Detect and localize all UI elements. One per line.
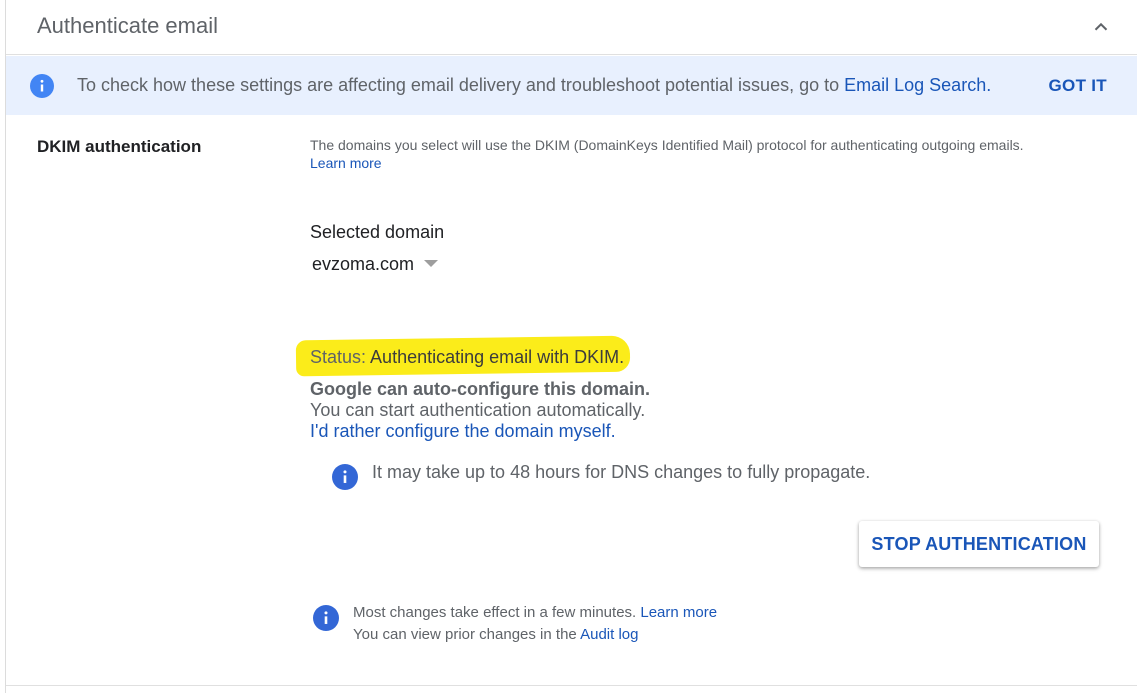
changes-note: Most changes take effect in a few minute…: [353, 602, 717, 646]
dkim-status: Status: Authenticating email with DKIM.: [310, 347, 624, 368]
changes-note-text: Most changes take effect in a few minute…: [353, 604, 641, 621]
info-icon: [332, 464, 358, 490]
banner-period: .: [986, 75, 992, 95]
audit-log-text: You can view prior changes in the: [353, 626, 581, 643]
footer-learn-more-link[interactable]: Learn more: [640, 604, 717, 621]
info-banner: To check how these settings are affectin…: [6, 56, 1137, 115]
configure-manually-link[interactable]: I'd rather configure the domain myself.: [310, 421, 650, 442]
dkim-section-label: DKIM authentication: [37, 137, 202, 156]
dns-propagation-note: It may take up to 48 hours for DNS chang…: [372, 462, 871, 482]
info-icon: [30, 74, 54, 98]
changes-note-line2: You can view prior changes in the Audit …: [353, 624, 717, 646]
domain-select[interactable]: evzoma.com: [312, 254, 439, 275]
email-log-search-link[interactable]: Email Log Search: [844, 75, 986, 95]
dkim-description: The domains you select will use the DKIM…: [310, 136, 1110, 172]
domain-select-value: evzoma.com: [312, 254, 415, 274]
auto-configure-subtitle: You can start authentication automatical…: [310, 400, 646, 420]
authenticate-email-panel: Authenticate email To check how these se…: [5, 0, 1137, 693]
info-icon: [313, 605, 339, 631]
banner-message: To check how these settings are affectin…: [77, 75, 991, 96]
got-it-button[interactable]: GOT IT: [1049, 76, 1107, 96]
panel-header[interactable]: Authenticate email: [6, 0, 1137, 55]
banner-text: To check how these settings are affectin…: [77, 75, 845, 95]
stop-authentication-button[interactable]: STOP AUTHENTICATION: [859, 521, 1099, 567]
panel-title: Authenticate email: [37, 13, 218, 38]
dropdown-arrow-icon: [424, 259, 439, 267]
status-prefix: Status:: [310, 347, 371, 367]
selected-domain-label: Selected domain: [310, 222, 445, 242]
chevron-up-icon[interactable]: [1090, 16, 1112, 38]
status-value: Authenticating email with DKIM.: [370, 347, 625, 367]
learn-more-link[interactable]: Learn more: [310, 155, 382, 171]
description-text: The domains you select will use the DKIM…: [310, 137, 1024, 153]
auto-configure-title: Google can auto-configure this domain.: [310, 379, 651, 399]
audit-log-link[interactable]: Audit log: [580, 626, 638, 643]
divider: [6, 685, 1137, 686]
changes-note-line1: Most changes take effect in a few minute…: [353, 602, 717, 624]
auto-configure-block: Google can auto-configure this domain. Y…: [310, 379, 650, 442]
